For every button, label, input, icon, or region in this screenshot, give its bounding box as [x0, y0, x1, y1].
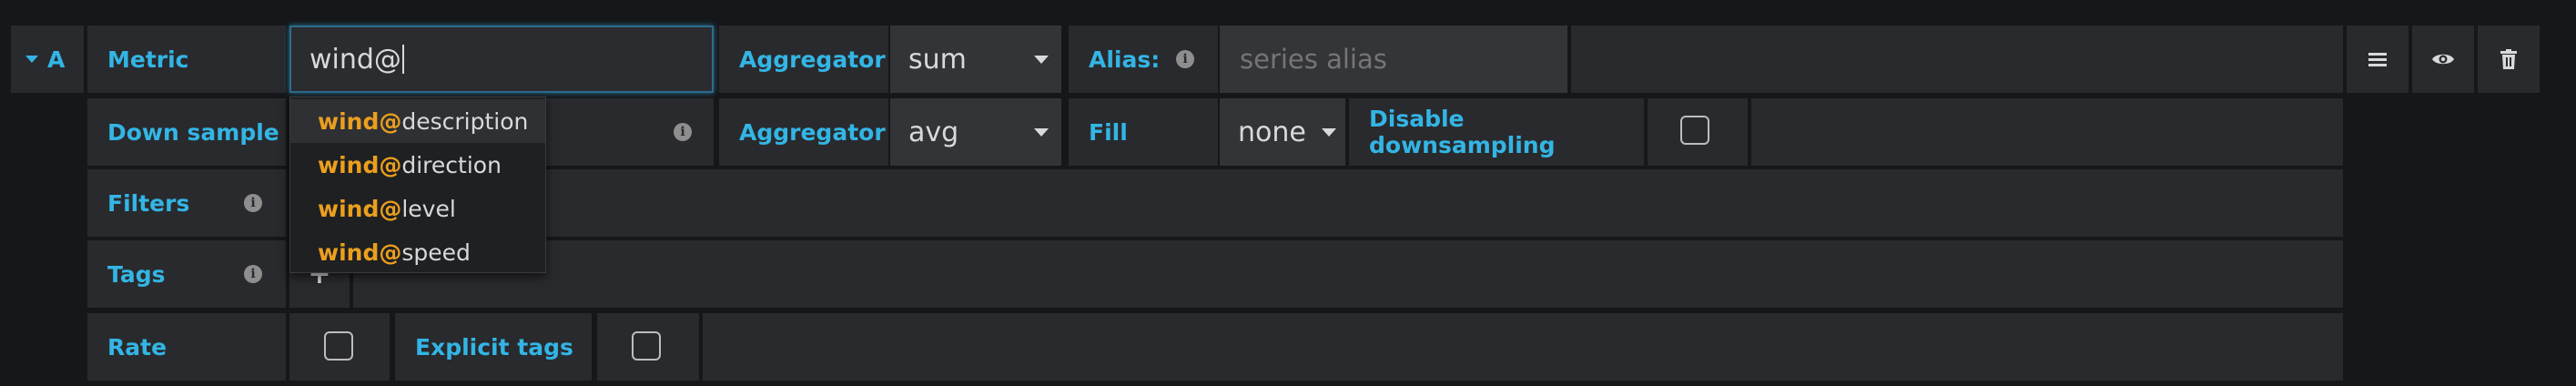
autocomplete-item[interactable]: wind@ speed: [290, 230, 545, 274]
row1-filler: [1571, 25, 2343, 93]
autocomplete-item[interactable]: wind@ description: [290, 99, 545, 143]
downsample-aggregator-select[interactable]: avg: [890, 98, 1061, 166]
tags-row-area: [353, 240, 2343, 308]
autocomplete-item[interactable]: wind@ direction: [290, 143, 545, 187]
rate-label: Rate: [87, 313, 286, 381]
info-icon: i: [244, 265, 262, 283]
metric-autocomplete-dropdown: wind@ description wind@ direction wind@ lev…: [289, 96, 546, 273]
disable-downsampling-checkbox[interactable]: [1680, 116, 1709, 145]
trash-icon: [2500, 49, 2517, 69]
disable-downsampling-label: Disable downsampling: [1349, 98, 1644, 166]
rate-cell: [289, 313, 390, 381]
metric-label: Metric: [87, 25, 286, 93]
tags-label: Tags i: [87, 240, 286, 308]
alias-input[interactable]: [1220, 25, 1567, 93]
metric-input[interactable]: wind@: [289, 25, 714, 93]
aggregator-select[interactable]: sum: [890, 25, 1061, 93]
remove-query-button[interactable]: [2478, 25, 2540, 93]
info-icon: i: [244, 194, 262, 212]
fill-label: Fill: [1069, 98, 1218, 166]
explicit-tags-label: Explicit tags: [395, 313, 592, 381]
filters-row-area[interactable]: [289, 169, 2343, 237]
info-icon: i: [1176, 50, 1194, 68]
caret-down-icon: [25, 56, 38, 63]
toggle-visibility-button[interactable]: [2412, 25, 2474, 93]
query-ref-id: A: [47, 46, 66, 73]
filters-label: Filters i: [87, 169, 286, 237]
query-ref-toggle[interactable]: A: [11, 25, 84, 93]
query-menu-button[interactable]: [2347, 25, 2409, 93]
chevron-down-icon: [1034, 56, 1049, 64]
downsample-aggregator-label: Aggregator: [719, 98, 888, 166]
text-cursor: [401, 45, 404, 74]
info-icon: i: [674, 123, 692, 141]
autocomplete-item[interactable]: wind@ level: [290, 187, 545, 230]
explicit-tags-cell: [597, 313, 699, 381]
row5-filler: [703, 313, 2343, 381]
eye-icon: [2432, 54, 2454, 65]
metric-input-value: wind@: [309, 43, 401, 76]
disable-downsampling-cell: [1648, 98, 1748, 166]
alias-label: Alias: i: [1069, 25, 1218, 93]
aggregator-label: Aggregator: [719, 25, 888, 93]
rate-checkbox[interactable]: [324, 331, 353, 361]
explicit-tags-checkbox[interactable]: [632, 331, 661, 361]
chevron-down-icon: [1322, 128, 1336, 137]
chevron-down-icon: [1034, 128, 1049, 137]
row2-filler: [1751, 98, 2343, 166]
hamburger-menu-icon: [2368, 50, 2387, 69]
fill-select[interactable]: none: [1220, 98, 1345, 166]
downsample-label: Down sample: [87, 98, 286, 166]
